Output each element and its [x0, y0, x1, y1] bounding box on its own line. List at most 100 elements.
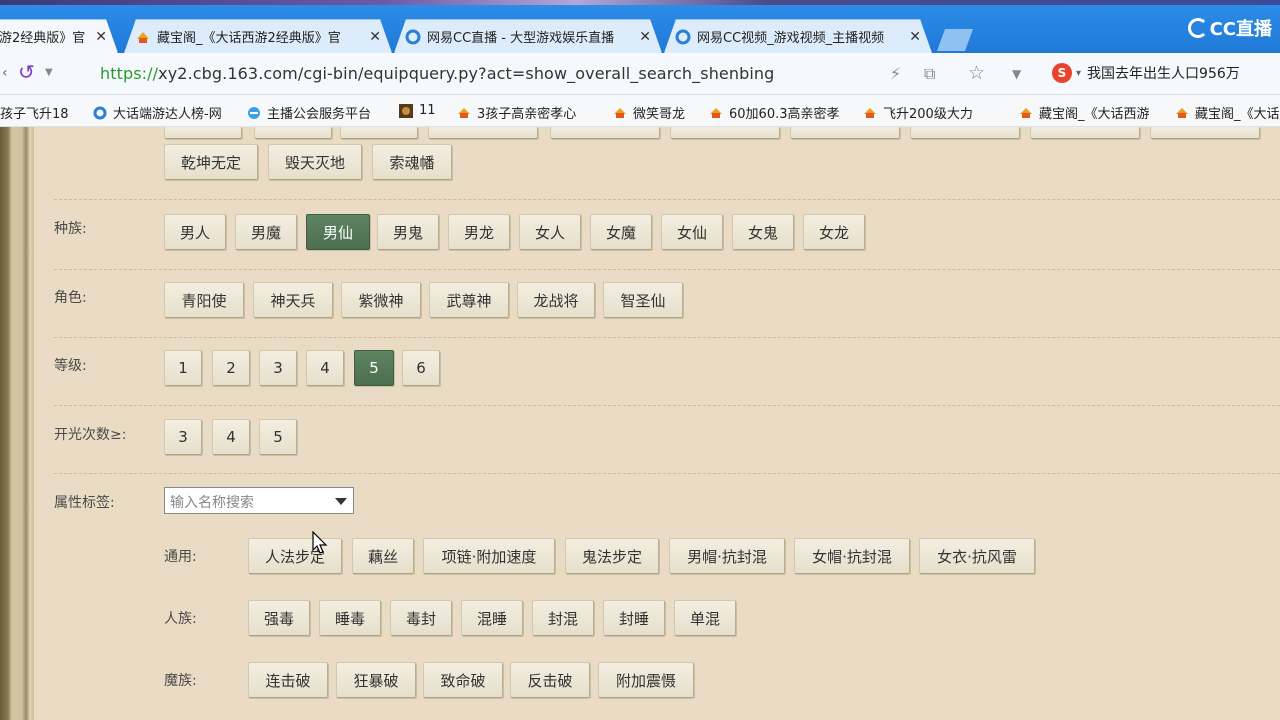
bookmark-6[interactable]: 60加60.3高亲密孝 [708, 103, 850, 122]
new-tab-button[interactable] [937, 29, 973, 51]
level-option[interactable]: 6 [402, 350, 440, 386]
close-icon[interactable]: ✕ [369, 29, 381, 45]
attr-option[interactable]: 项链·附加速度 [423, 538, 555, 574]
bookmark-9[interactable]: 藏宝阁_《大话 [1174, 103, 1280, 122]
bookmark-3[interactable]: 11 [398, 103, 444, 118]
attr-option[interactable]: 致命破 [423, 662, 503, 698]
level-option[interactable]: 4 [306, 350, 344, 386]
level-option-selected[interactable]: 5 [354, 350, 394, 386]
bookmark-5[interactable]: 微笑哥龙 [612, 103, 696, 122]
attr-option[interactable]: 单混 [674, 600, 736, 636]
weapon-option-cut[interactable] [164, 127, 242, 139]
level-option[interactable]: 3 [259, 350, 297, 386]
bookmark-label: 飞升200级大力 [883, 107, 973, 122]
light-count-option[interactable]: 4 [212, 419, 250, 455]
level-option[interactable]: 2 [212, 350, 250, 386]
weapon-option-cut[interactable] [790, 127, 900, 139]
race-option-selected[interactable]: 男仙 [306, 214, 370, 250]
bookmark-0[interactable]: 孩子飞升18 [0, 103, 80, 122]
undo-icon[interactable]: ↺ [18, 60, 35, 84]
close-icon[interactable]: ✕ [639, 29, 651, 45]
attr-option[interactable]: 强毒 [248, 600, 310, 636]
race-option[interactable]: 男人 [164, 214, 226, 250]
star-icon[interactable]: ☆ [968, 62, 985, 84]
attr-option[interactable]: 男帽·抗封混 [669, 538, 785, 574]
lightning-icon[interactable]: ⚡ [890, 64, 901, 83]
attr-option[interactable]: 狂暴破 [336, 662, 416, 698]
bookmark-label: 主播公会服务平台 [267, 107, 372, 122]
race-option[interactable]: 女龙 [803, 214, 865, 250]
role-option[interactable]: 武尊神 [429, 282, 509, 318]
close-icon[interactable]: ✕ [909, 29, 921, 45]
attr-option[interactable]: 连击破 [248, 662, 328, 698]
search-suggestion[interactable]: S ▾ 我国去年出生人口956万 [1052, 63, 1240, 83]
mouse-cursor-icon [312, 531, 328, 554]
bookmark-8[interactable]: 藏宝阁_《大话西游 [1018, 103, 1162, 122]
attr-option[interactable]: 女帽·抗封混 [794, 538, 910, 574]
treasure-icon [1018, 106, 1034, 120]
weapon-option[interactable]: 乾坤无定 [164, 144, 258, 180]
tab-0[interactable]: 游2经典版》官 ✕ [0, 19, 118, 53]
light-count-option[interactable]: 5 [259, 419, 297, 455]
race-option[interactable]: 男鬼 [377, 214, 439, 250]
bookmark-2[interactable]: 主播公会服务平台 [246, 103, 388, 122]
attr-group-label: 魔族: [164, 673, 197, 689]
attr-option[interactable]: 附加震慑 [598, 662, 694, 698]
back-icon[interactable]: ‹ [2, 65, 8, 81]
weapon-option-cut[interactable] [550, 127, 660, 139]
race-option[interactable]: 女鬼 [732, 214, 794, 250]
treasure-icon [456, 106, 472, 120]
weapon-option[interactable]: 毁天灭地 [268, 144, 362, 180]
search-engine-icon: S [1052, 63, 1072, 83]
url-text: xy2.cbg.163.com/cgi-bin/equipquery.py?ac… [158, 64, 775, 83]
tag-search-select[interactable]: 输入名称搜索 [164, 487, 354, 514]
bookmark-7[interactable]: 飞升200级大力 [862, 103, 1004, 122]
url-field[interactable]: https://xy2.cbg.163.com/cgi-bin/equipque… [100, 64, 774, 83]
attr-option[interactable]: 封混 [532, 600, 594, 636]
role-option[interactable]: 神天兵 [253, 282, 333, 318]
light-count-option[interactable]: 3 [164, 419, 202, 455]
tab-3[interactable]: 网易CC视频_游戏视频_主播视频 ✕ [664, 19, 932, 53]
role-option[interactable]: 智圣仙 [603, 282, 683, 318]
attr-group-label: 人族: [164, 611, 197, 627]
race-option[interactable]: 男龙 [448, 214, 510, 250]
race-option[interactable]: 女仙 [661, 214, 723, 250]
attr-option[interactable]: 鬼法步定 [565, 538, 659, 574]
weapon-option-cut[interactable] [254, 127, 332, 139]
level-option[interactable]: 1 [164, 350, 202, 386]
attr-option[interactable]: 藕丝 [352, 538, 414, 574]
role-option[interactable]: 青阳使 [164, 282, 244, 318]
chevron-down-icon[interactable]: ▼ [45, 67, 53, 78]
weapon-option-cut[interactable] [1150, 127, 1260, 139]
race-label: 种族: [54, 221, 87, 237]
role-option[interactable]: 龙战将 [517, 282, 595, 318]
share-icon[interactable]: ⧉ [924, 64, 935, 84]
section-divider [54, 473, 1280, 474]
attr-option[interactable]: 毒封 [390, 600, 452, 636]
chevron-down-icon[interactable]: ▼ [1012, 67, 1021, 81]
attr-option[interactable]: 反击破 [510, 662, 590, 698]
weapon-option-cut[interactable] [670, 127, 780, 139]
bookmark-4[interactable]: 3孩子高亲密孝心 [456, 103, 598, 122]
bookmark-label: 孩子飞升18 [0, 107, 69, 122]
chevron-down-icon[interactable] [335, 498, 347, 505]
weapon-option-cut[interactable] [428, 127, 538, 139]
weapon-option[interactable]: 索魂幡 [372, 144, 452, 180]
attr-option[interactable]: 封睡 [603, 600, 665, 636]
attr-option[interactable]: 睡毒 [319, 600, 381, 636]
race-option[interactable]: 女魔 [590, 214, 652, 250]
close-icon[interactable]: ✕ [95, 29, 107, 45]
race-option[interactable]: 男魔 [235, 214, 297, 250]
bookmark-label: 藏宝阁_《大话西游 [1039, 107, 1150, 122]
tab-2[interactable]: 网易CC直播 - 大型游戏娱乐直播 ✕ [394, 19, 662, 53]
weapon-option-cut[interactable] [1030, 127, 1140, 139]
attr-option[interactable]: 混睡 [461, 600, 523, 636]
brand-text: CC直播 [1209, 19, 1272, 40]
attr-option[interactable]: 女衣·抗风雷 [919, 538, 1035, 574]
race-option[interactable]: 女人 [519, 214, 581, 250]
role-option[interactable]: 紫微神 [341, 282, 421, 318]
weapon-option-cut[interactable] [340, 127, 418, 139]
tab-1[interactable]: 藏宝阁_《大话西游2经典版》官 ✕ [124, 19, 392, 53]
bookmark-1[interactable]: 大话端游达人榜-网 [92, 103, 234, 122]
weapon-option-cut[interactable] [910, 127, 1020, 139]
